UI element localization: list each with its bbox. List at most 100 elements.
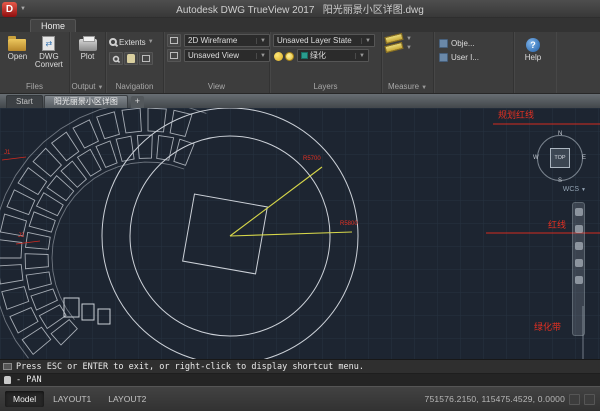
panel-label-objects — [434, 81, 513, 93]
layer-state-combo[interactable]: Unsaved Layer State ▼ — [273, 34, 375, 47]
named-views-button[interactable] — [167, 49, 181, 62]
output-dialog-caret-icon[interactable]: ▼ — [98, 85, 104, 91]
command-prompt: - PAN — [16, 375, 42, 385]
zoom-extents-button[interactable]: Extents ▼ — [109, 34, 160, 50]
plot-label: Plot — [81, 53, 95, 61]
document-title: 阳光丽景小区详图.dwg — [323, 5, 424, 16]
app-menu-caret-icon[interactable]: ▼ — [20, 6, 26, 12]
measure-caret-icon: ▼ — [406, 45, 412, 51]
combo-caret-icon: ▼ — [256, 53, 266, 59]
object-button[interactable]: Obje... — [437, 38, 481, 49]
show-motion-icon[interactable] — [575, 276, 583, 284]
panel-label-output: Output▼ — [70, 81, 105, 93]
viewcube-south: S — [558, 178, 562, 184]
pan-button[interactable] — [124, 52, 138, 65]
window-title: Autodesk DWG TrueView 2017 阳光丽景小区详图.dwg — [0, 1, 600, 16]
visual-style-combo[interactable]: 2D Wireframe▼ — [184, 34, 270, 47]
user-interface-icon — [439, 53, 448, 62]
grid-toggle-icon[interactable] — [569, 394, 580, 405]
radius-dim-right: R5800 — [340, 221, 358, 227]
pan-hand-icon[interactable] — [575, 225, 583, 233]
tab-model[interactable]: Model — [5, 391, 44, 407]
viewcube-west: W — [533, 155, 539, 161]
annotation-top-right: 规划红线 — [498, 111, 534, 120]
command-input-row[interactable]: - PAN — [0, 374, 600, 386]
help-button[interactable]: ? Help — [518, 34, 548, 81]
pan-hand-icon — [127, 54, 135, 63]
monitor-icon — [170, 37, 178, 44]
ribbon: Open ⇄ DWG Convert Files Plot Output▼ — [0, 32, 600, 94]
command-icon — [3, 363, 12, 370]
tab-drawing-active[interactable]: 阳光丽景小区详图 — [44, 95, 128, 108]
panel-output: Plot Output▼ — [70, 32, 106, 93]
panel-files: Open ⇄ DWG Convert Files — [0, 32, 70, 93]
drawing-canvas[interactable]: 规划红线 红线 绿化带 R5700 R5800 J1 J2 TOP N W S … — [0, 108, 600, 359]
tab-layout2[interactable]: LAYOUT2 — [100, 391, 154, 407]
new-tab-button[interactable]: + — [131, 96, 144, 108]
wcs-caret-icon: ▼ — [581, 187, 586, 193]
extents-caret-icon: ▼ — [148, 39, 154, 45]
panel-measure: ▼ ▼ Measure▼ — [382, 32, 434, 93]
orbit-button[interactable] — [139, 52, 153, 65]
dwg-convert-button[interactable]: ⇄ DWG Convert — [33, 34, 65, 81]
printer-icon — [79, 39, 97, 51]
status-bar: Model LAYOUT1 LAYOUT2 751576.2150, 11547… — [0, 386, 600, 411]
command-history-row: Press ESC or ENTER to exit, or right-cli… — [0, 360, 600, 374]
left-mark-2: J2 — [18, 233, 24, 239]
title-bar: D ▼ Autodesk DWG TrueView 2017 阳光丽景小区详图.… — [0, 0, 600, 18]
wcs-selector[interactable]: WCS ▼ — [563, 186, 586, 193]
dwg-convert-icon: ⇄ — [42, 36, 55, 51]
layer-on-bulb-icon[interactable] — [274, 52, 283, 61]
panel-navigation: Extents ▼ Navigation — [106, 32, 164, 93]
zoom-icon[interactable] — [575, 242, 583, 250]
orbit-icon[interactable] — [575, 259, 583, 267]
annotation-bottom-right: 绿化带 — [534, 323, 561, 332]
layer-state-value: Unsaved Layer State — [277, 36, 352, 45]
radius-dim-upper: R5700 — [303, 156, 321, 162]
cad-drawing — [0, 108, 600, 359]
ribbon-tab-bar: Home — [0, 18, 600, 32]
viewcube-east: E — [582, 155, 586, 161]
tab-home[interactable]: Home — [30, 19, 76, 32]
tab-start[interactable]: Start — [6, 95, 43, 108]
layer-freeze-sun-icon[interactable] — [285, 52, 294, 61]
viewcube[interactable]: TOP N W S E — [534, 132, 586, 184]
viewcube-top-face[interactable]: TOP — [550, 148, 570, 168]
command-message: Press ESC or ENTER to exit, or right-cli… — [16, 362, 364, 372]
plot-button[interactable]: Plot — [74, 34, 101, 81]
dwg-convert-label: DWG Convert — [33, 53, 65, 69]
view-combo[interactable]: Unsaved View▼ — [184, 49, 270, 62]
magnifier-icon — [109, 38, 117, 46]
open-label: Open — [8, 53, 28, 61]
steering-wheel-icon[interactable] — [575, 208, 583, 216]
current-layer-combo[interactable]: 绿化▼ — [297, 49, 369, 62]
app-logo-letter: D — [6, 4, 13, 15]
panel-label-help — [514, 81, 556, 93]
measure-dialog-caret-icon[interactable]: ▼ — [421, 85, 427, 91]
cursor-coordinates: 751576.2150, 115475.4529, 0.0000 — [425, 394, 565, 404]
panel-label-navigation: Navigation — [106, 81, 163, 93]
measure-distance-button[interactable]: ▼ — [385, 35, 412, 42]
zoom-window-button[interactable] — [109, 52, 123, 65]
views-icon — [170, 52, 178, 59]
navigation-bar[interactable] — [572, 202, 585, 336]
tab-layout1[interactable]: LAYOUT1 — [45, 391, 99, 407]
panel-label-view: View — [164, 81, 269, 93]
settings-gear-icon[interactable] — [584, 394, 595, 405]
app-logo[interactable]: D — [2, 2, 17, 17]
combo-caret-icon: ▼ — [256, 38, 266, 44]
wcs-label: WCS — [563, 186, 579, 193]
open-button[interactable]: Open — [4, 34, 31, 81]
command-panel: Press ESC or ENTER to exit, or right-cli… — [0, 359, 600, 386]
app-window: D ▼ Autodesk DWG TrueView 2017 阳光丽景小区详图.… — [0, 0, 600, 411]
combo-caret-icon: ▼ — [361, 38, 371, 44]
measure-caret-icon: ▼ — [406, 36, 412, 42]
active-command-pan-icon — [4, 376, 11, 384]
panel-label-layers: Layers — [270, 81, 381, 93]
combo-caret-icon: ▼ — [355, 53, 365, 59]
zoom-icon — [113, 55, 119, 61]
visual-style-button[interactable] — [167, 34, 181, 47]
user-interface-button[interactable]: User I... — [437, 52, 481, 63]
object-button-label: Obje... — [451, 39, 475, 48]
measure-area-button[interactable]: ▼ — [385, 44, 412, 51]
